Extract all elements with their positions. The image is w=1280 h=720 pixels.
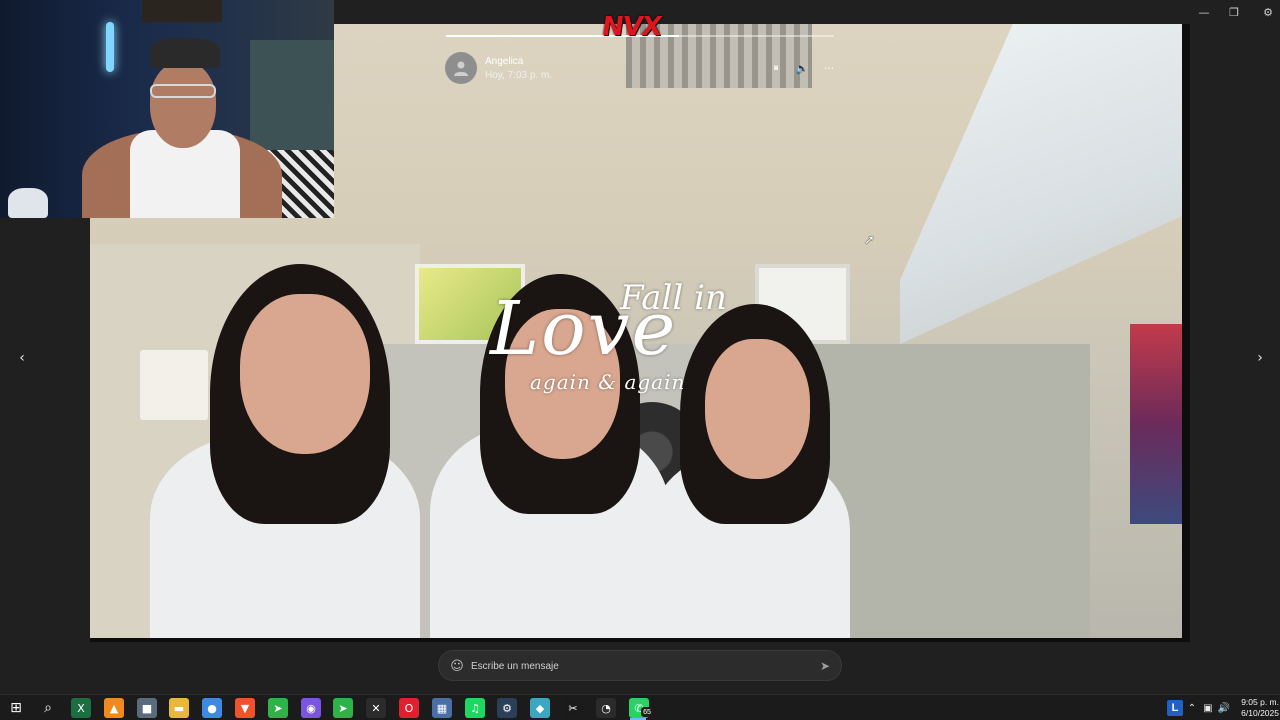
- clock[interactable]: 9:05 p. m. 6/10/2025: [1235, 697, 1279, 719]
- calculator-icon[interactable]: ▦: [432, 698, 452, 718]
- system-tray: L ⌃ ▣ 🔊 9:05 p. m. 6/10/2025: [1165, 695, 1280, 720]
- app-clock-icon[interactable]: ◔: [596, 698, 616, 718]
- person-icon: [454, 61, 468, 76]
- volume-tray-icon[interactable]: 🔊: [1217, 700, 1231, 716]
- pause-icon[interactable]: ⏸: [767, 60, 785, 76]
- opera-icon[interactable]: O: [399, 698, 419, 718]
- notes-icon[interactable]: ■: [137, 698, 157, 718]
- send-icon[interactable]: ➤: [817, 658, 833, 674]
- clock-date: 6/10/2025: [1241, 708, 1279, 718]
- chevron-right-icon[interactable]: ›: [1248, 346, 1272, 370]
- app-green-icon[interactable]: ➤: [268, 698, 288, 718]
- nvx-logo: NVX: [599, 12, 664, 42]
- excel-icon[interactable]: X: [71, 698, 91, 718]
- windows-start-icon[interactable]: ⊞: [6, 698, 26, 718]
- minimize-button[interactable]: —: [1188, 0, 1220, 24]
- messenger-icon[interactable]: ◉: [301, 698, 321, 718]
- whatsapp-badge: 65: [641, 707, 653, 717]
- spotify-icon[interactable]: ♫: [465, 698, 485, 718]
- scene-poster: [1130, 324, 1182, 524]
- capcut-2-icon[interactable]: ✂: [563, 698, 583, 718]
- webcam-overlay: [0, 0, 334, 218]
- capcut-icon[interactable]: ✕: [366, 698, 386, 718]
- chrome-icon[interactable]: ●: [202, 698, 222, 718]
- neon-light: [106, 22, 114, 72]
- chevron-up-icon[interactable]: ⌃: [1185, 700, 1199, 716]
- story-header: Angelica Hoy, 7:03 p. m. ⏸ 🔈 ···: [445, 52, 840, 88]
- file-explorer-icon[interactable]: ▬: [169, 698, 189, 718]
- clock-time: 9:05 p. m.: [1241, 697, 1279, 707]
- search-icon[interactable]: ⌕: [38, 698, 58, 718]
- volume-icon[interactable]: 🔈: [793, 60, 811, 76]
- steam-icon[interactable]: ⚙: [497, 698, 517, 718]
- brave-icon[interactable]: ▼: [235, 698, 255, 718]
- desktop: — ❐ ⚙ Love Fall in again & again NVX Ang…: [0, 0, 1280, 720]
- overlay-fall-in: Fall in: [620, 278, 727, 318]
- overlay-again: again & again: [530, 370, 686, 394]
- settings-icon[interactable]: ⚙: [1252, 0, 1280, 24]
- restore-button[interactable]: ❐: [1218, 0, 1250, 24]
- streamer-face: [150, 62, 216, 148]
- contact-name[interactable]: Angelica: [485, 56, 523, 67]
- language-icon[interactable]: L: [1167, 700, 1183, 716]
- vlc-icon[interactable]: ▲: [104, 698, 124, 718]
- story-text-overlay: Love Fall in again & again: [490, 266, 790, 406]
- app-teal-icon[interactable]: ◆: [530, 698, 550, 718]
- cursor-icon: ➚: [864, 233, 875, 248]
- network-icon[interactable]: ▣: [1201, 700, 1215, 716]
- taskbar: ⊞ ⌕ X ▲ ■ ▬ ● ▼ ➤ ◉ ➤ ✕ O ▦ ♫ ⚙ ◆ ✂ ◔ ✆ 65 L ⌃ ▣ 🔊 9:05 p…: [0, 694, 1280, 720]
- message-input[interactable]: [471, 656, 801, 676]
- post-time: Hoy, 7:03 p. m.: [485, 70, 553, 81]
- contact-avatar[interactable]: [445, 52, 477, 84]
- reply-bar: ☺ ➤: [438, 650, 842, 681]
- app-green-2-icon[interactable]: ➤: [333, 698, 353, 718]
- chevron-left-icon[interactable]: ‹: [10, 346, 34, 370]
- scene-wall-sign: [140, 350, 208, 420]
- scene-window: [900, 24, 1182, 344]
- more-options-icon[interactable]: ···: [820, 60, 838, 76]
- emoji-icon[interactable]: ☺: [449, 658, 465, 674]
